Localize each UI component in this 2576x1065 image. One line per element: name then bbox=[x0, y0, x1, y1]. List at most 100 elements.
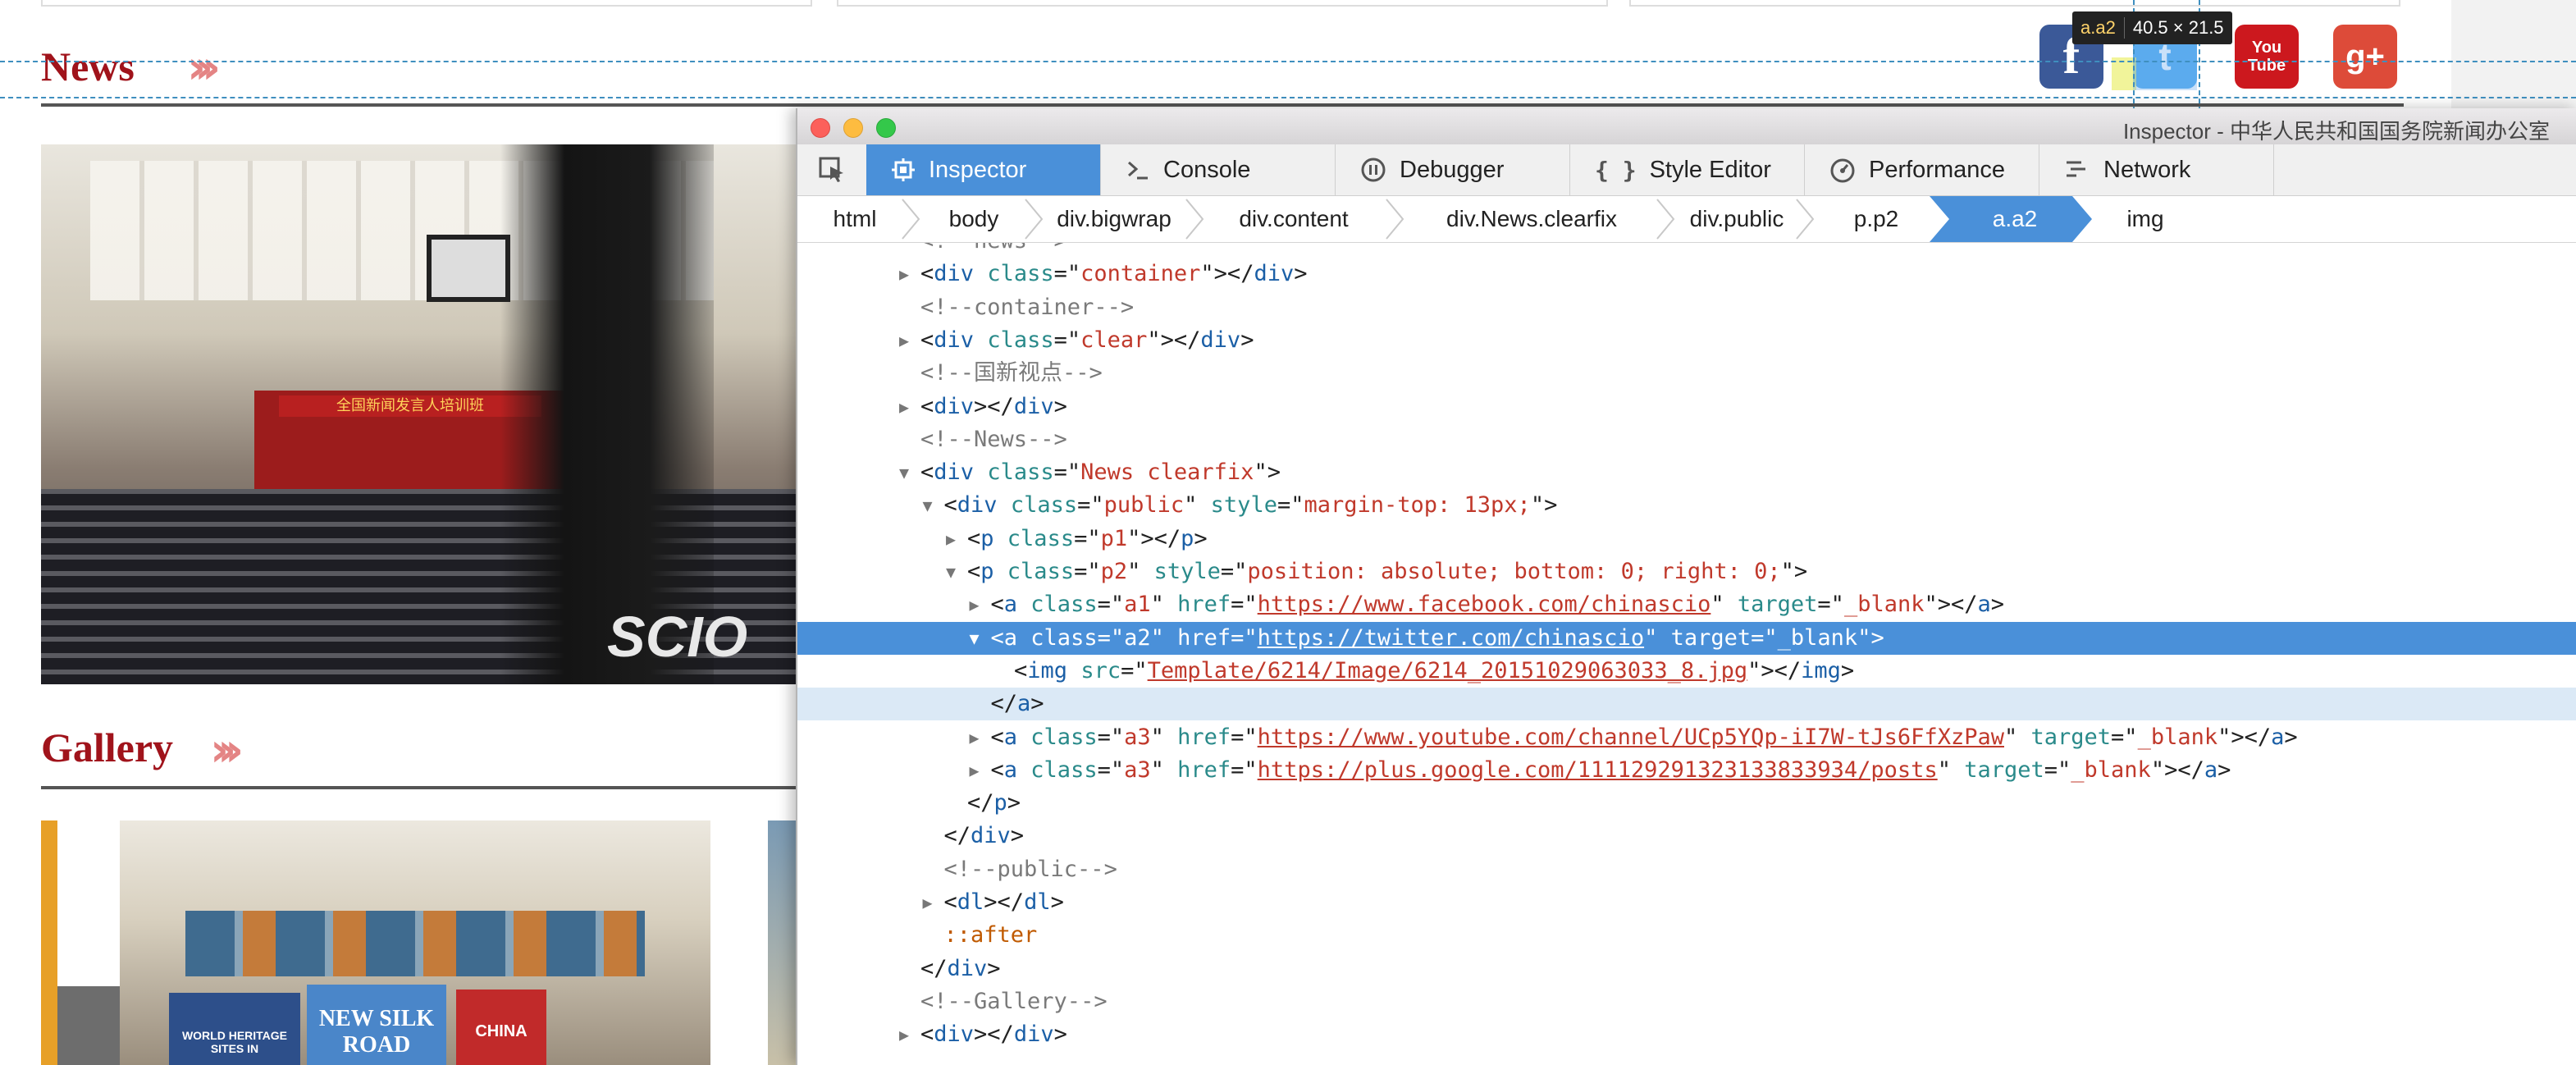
markup-text: <div class="container"></div> bbox=[920, 261, 1308, 287]
google-plus-icon[interactable]: g+ bbox=[2333, 25, 2397, 89]
markup-line[interactable]: <!--container--> bbox=[797, 291, 2576, 324]
markup-line[interactable]: <!--Gallery--> bbox=[797, 985, 2576, 1018]
markup-line[interactable]: ▼ <p class="p2" style="position: absolute… bbox=[797, 555, 2576, 588]
collapse-twisty-icon[interactable]: ▼ bbox=[896, 456, 912, 489]
markup-line[interactable]: </div> bbox=[797, 953, 2576, 985]
markup-line[interactable]: ▶ <dl></dl> bbox=[797, 886, 2576, 919]
tab-label: Inspector bbox=[929, 156, 1027, 183]
markup-line[interactable]: </p> bbox=[797, 787, 2576, 820]
top-box bbox=[41, 0, 812, 7]
markup-line[interactable]: ▶ <div class="clear"></div> bbox=[797, 324, 2576, 357]
breadcrumb-item[interactable]: a.a2 bbox=[1949, 196, 2080, 242]
youtube-icon[interactable]: You Tube bbox=[2235, 25, 2299, 89]
markup-line[interactable]: ▼ <div class="News clearfix"> bbox=[797, 456, 2576, 489]
inspector-icon bbox=[892, 158, 915, 181]
collapse-twisty-icon[interactable]: ▼ bbox=[943, 555, 959, 588]
camera-screen bbox=[427, 235, 510, 302]
news-title: News bbox=[41, 43, 135, 89]
markup-text: <div></div> bbox=[920, 393, 1067, 419]
expand-twisty-icon[interactable]: ▶ bbox=[896, 1018, 912, 1051]
tab-label: Style Editor bbox=[1649, 156, 1771, 183]
tab-debugger[interactable]: Debugger bbox=[1336, 144, 1570, 195]
highlighter-tooltip: a.a2 40.5 × 21.5 bbox=[2072, 11, 2232, 44]
markup-line[interactable]: ▶ <a class="a1" href="https://www.faceboo… bbox=[797, 588, 2576, 621]
breadcrumb-item[interactable]: div.News.clearfix bbox=[1404, 196, 1659, 242]
tab-performance[interactable]: Performance bbox=[1805, 144, 2039, 195]
markup-line[interactable]: ▶ <div></div> bbox=[797, 1018, 2576, 1051]
markup-line[interactable]: ▶ <a class="a3" href="https://plus.google… bbox=[797, 754, 2576, 787]
tooltip-selector: a.a2 bbox=[2072, 17, 2125, 39]
breadcrumb-item[interactable]: div.bigwrap bbox=[1040, 196, 1188, 242]
devtools-titlebar: Inspector - 中华人民共和国国务院新闻办公室 bbox=[797, 108, 2576, 145]
tab-label: Performance bbox=[1869, 156, 2006, 183]
expand-twisty-icon[interactable]: ▶ bbox=[966, 721, 983, 754]
markup-line[interactable]: <!--国新视点--> bbox=[797, 357, 2576, 390]
markup-line[interactable]: <img src="Template/6214/Image/6214_20151… bbox=[797, 655, 2576, 688]
gallery-edge bbox=[41, 820, 57, 1065]
markup-text: ::after bbox=[943, 922, 1038, 948]
markup-line[interactable]: ▶ <div></div> bbox=[797, 391, 2576, 423]
window-title: Inspector - 中华人民共和国国务院新闻办公室 bbox=[2122, 119, 2550, 144]
maximize-window-button[interactable] bbox=[876, 118, 896, 138]
guide-line bbox=[0, 97, 2576, 98]
gallery-title: Gallery bbox=[41, 724, 174, 770]
gallery-photo[interactable]: WORLD HERITAGE SITES IN NEW SILK ROAD CH… bbox=[120, 820, 710, 1065]
markup-text: <a class="a3" href="https://plus.google.… bbox=[990, 756, 2231, 783]
tooltip-size: 40.5 × 21.5 bbox=[2132, 17, 2224, 38]
expand-twisty-icon[interactable]: ▶ bbox=[896, 258, 912, 290]
breadcrumb: html body div.bigwrap div.content div.News.c… bbox=[797, 196, 2576, 243]
markup-text: <!--News--> bbox=[920, 426, 1067, 452]
webpage: News ››› f t You Tube g+ a.a2 40.5 × 21.… bbox=[0, 0, 2576, 1065]
expand-twisty-icon[interactable]: ▶ bbox=[943, 523, 959, 555]
markup-text: </div> bbox=[920, 955, 1001, 981]
breadcrumb-item[interactable]: p.p2 bbox=[1815, 196, 1938, 242]
markup-line-selected[interactable]: ▼ <a class="a2" href="https://twitter.com… bbox=[797, 621, 2576, 655]
breadcrumb-item[interactable]: div.public bbox=[1675, 196, 1798, 242]
expand-twisty-icon[interactable]: ▶ bbox=[920, 886, 936, 919]
top-box bbox=[1629, 0, 2400, 7]
breadcrumb-item[interactable]: img bbox=[2092, 196, 2199, 242]
tab-inspector[interactable]: Inspector bbox=[866, 144, 1101, 195]
markup-line[interactable]: ▶ <a class="a3" href="https://www.youtube… bbox=[797, 721, 2576, 754]
markup-text: <a class="a3" href="https://www.youtube.… bbox=[990, 724, 2298, 750]
markup-view[interactable]: <!--news--> ▶ <div class="container"></div… bbox=[797, 243, 2576, 1065]
breadcrumb-item[interactable]: div.content bbox=[1199, 196, 1388, 242]
expand-twisty-icon[interactable]: ▶ bbox=[966, 754, 983, 787]
tab-console[interactable]: Console bbox=[1101, 144, 1336, 195]
expand-twisty-icon[interactable]: ▶ bbox=[896, 391, 912, 423]
gallery-chevrons: ››› bbox=[210, 724, 244, 777]
tab-style-editor[interactable]: { } Style Editor bbox=[1570, 144, 1805, 195]
markup-line[interactable]: <!--News--> bbox=[797, 423, 2576, 456]
tab-network[interactable]: Network bbox=[2039, 144, 2274, 195]
markup-line[interactable]: <!--public--> bbox=[797, 853, 2576, 886]
expand-twisty-icon[interactable]: ▶ bbox=[966, 588, 983, 621]
gallery-prev-button[interactable] bbox=[57, 986, 120, 1065]
breadcrumb-separator bbox=[1025, 199, 1044, 240]
close-window-button[interactable] bbox=[811, 118, 830, 138]
markup-line[interactable]: ▶ <p class="p1"></p> bbox=[797, 523, 2576, 555]
markup-line[interactable]: </div> bbox=[797, 820, 2576, 852]
breadcrumb-separator bbox=[1386, 199, 1404, 240]
breadcrumb-item[interactable]: body bbox=[920, 196, 1027, 242]
markup-line[interactable]: </a> bbox=[797, 688, 2576, 721]
news-chevrons: ››› bbox=[187, 41, 221, 94]
news-photo[interactable]: 全国新闻发言人培训班 SCIO bbox=[41, 144, 797, 684]
collapse-twisty-icon[interactable]: ▼ bbox=[966, 622, 983, 655]
markup-text: </div> bbox=[943, 823, 1025, 849]
guide-line bbox=[0, 61, 2576, 62]
element-picker-button[interactable] bbox=[797, 144, 866, 195]
minimize-window-button[interactable] bbox=[843, 118, 863, 138]
debugger-icon bbox=[1361, 158, 1386, 182]
markup-text: <p class="p1"></p> bbox=[967, 525, 1208, 551]
devtools-panel: Inspector - 中华人民共和国国务院新闻办公室 Inspector Co… bbox=[796, 108, 2576, 1065]
scio-watermark: SCIO bbox=[607, 605, 748, 669]
markup-line[interactable]: ▼ <div class="public" style="margin-top: … bbox=[797, 489, 2576, 522]
news-rule bbox=[41, 103, 2404, 107]
console-icon bbox=[1128, 161, 1148, 180]
markup-line[interactable]: <!--news--> bbox=[797, 243, 2576, 258]
markup-line[interactable]: ▶ <div class="container"></div> bbox=[797, 258, 2576, 290]
expand-twisty-icon[interactable]: ▶ bbox=[896, 324, 912, 357]
markup-line[interactable]: ::after bbox=[797, 919, 2576, 952]
breadcrumb-item[interactable]: html bbox=[806, 196, 904, 242]
collapse-twisty-icon[interactable]: ▼ bbox=[920, 489, 936, 522]
